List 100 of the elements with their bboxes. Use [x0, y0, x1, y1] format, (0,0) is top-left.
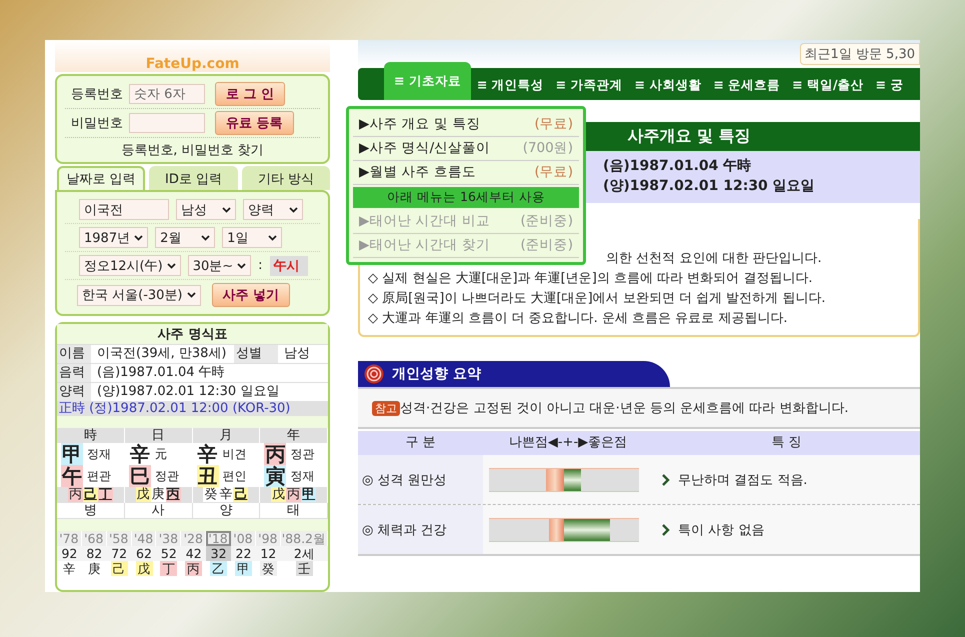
- trait-text: 무난하며 결점도 적음.: [678, 472, 808, 488]
- row-label: 성별: [234, 345, 278, 363]
- price-label: (준비중): [520, 236, 573, 254]
- age-cell: 92: [57, 546, 82, 561]
- chevron-icon: [661, 524, 670, 536]
- field-label: 등록번호: [70, 86, 123, 103]
- stem-character: 甲: [234, 561, 252, 576]
- age-cell: 42: [181, 546, 206, 561]
- caret-icon: [186, 292, 196, 298]
- caret-icon: [166, 262, 176, 268]
- caret-icon: [289, 206, 298, 212]
- submit-button[interactable]: 사주 넣기: [212, 283, 290, 307]
- info-text: 의한 선천적 요인에 대한 판단입니다.: [606, 251, 822, 267]
- stem-character: 辛: [60, 561, 78, 576]
- menu-notice: 아래 메뉴는 16세부터 사용: [353, 187, 579, 208]
- ten-god-label: 정재: [290, 468, 314, 484]
- login-button[interactable]: 로 그 인: [215, 82, 286, 106]
- age-cell: 32: [206, 546, 232, 561]
- stem-character: 己: [110, 561, 128, 576]
- nav-item[interactable]: ≡ 궁: [870, 70, 910, 100]
- ten-god-label: 편관: [87, 468, 111, 484]
- menu-item[interactable]: ▶사주 명식/신살풀이 (700원): [353, 137, 579, 161]
- dropdown-select[interactable]: 1987년: [79, 227, 148, 248]
- row-label: 양력: [57, 383, 91, 401]
- stem-character: 甲: [61, 443, 83, 465]
- nav-item[interactable]: ≡ 택일/출산: [786, 70, 870, 100]
- column-header: 나쁜점◀-+-▶좋은점: [508, 434, 628, 452]
- date-text: (음)1987.01.04 午時: [603, 157, 752, 175]
- hidden-stem: 丙: [68, 487, 83, 502]
- note-badge: 참고: [372, 400, 400, 416]
- age-cell: 22: [231, 546, 256, 561]
- chevron-icon: [661, 474, 670, 486]
- trait-text: 특이 사항 없음: [678, 522, 764, 538]
- dropdown-select[interactable]: 남성: [176, 199, 236, 220]
- row-value: 남성: [283, 345, 311, 363]
- stem-character: 癸: [260, 561, 277, 576]
- dropdown-select[interactable]: 정오12시(午): [79, 255, 181, 276]
- field-label: 비밀번호: [70, 115, 123, 132]
- hidden-stem: 戊: [136, 487, 151, 502]
- hidden-stem: 己: [82, 487, 98, 502]
- age-cell: 52: [156, 546, 182, 561]
- ten-god-label: 정관: [290, 446, 314, 462]
- input-tab[interactable]: ID로 입력: [149, 166, 238, 190]
- dropdown-select[interactable]: 30분~: [188, 255, 252, 276]
- login-button[interactable]: 유료 등록: [215, 111, 294, 135]
- row-value: 이국전(39세, 만38세): [96, 345, 228, 363]
- menu-item[interactable]: ▶사주 개요 및 특징 (무료): [353, 113, 579, 137]
- age-cell: 72: [106, 546, 132, 561]
- hidden-stem: 丙: [166, 487, 181, 502]
- info-text: ◇ 실제 현실은 大運[대운]과 年運[년운]의 흐름에 따라 변화되어 결정됩니다.: [368, 271, 814, 287]
- true-time-row: 正時 (정)1987.02.01 12:00 (KOR-30): [57, 401, 328, 416]
- ten-god-label: 정관: [154, 468, 179, 484]
- column-header: 時: [57, 428, 125, 443]
- input-field[interactable]: 숫자 6자: [129, 84, 205, 104]
- column-header: 日: [124, 428, 192, 443]
- nav-item[interactable]: ≡ 사회생활: [628, 70, 708, 100]
- age-cell: 12: [256, 546, 281, 561]
- input-field[interactable]: [129, 113, 205, 133]
- hidden-stem: 甲: [301, 487, 316, 502]
- stem-character: 丙: [264, 443, 286, 465]
- caret-icon: [201, 234, 210, 240]
- stem-character: 壬: [296, 561, 313, 576]
- nav-item[interactable]: ≡ 개인특성: [470, 70, 550, 100]
- stem-character: 丙: [185, 561, 202, 576]
- visitor-counter: 최근1일 방문 5,30: [800, 43, 920, 65]
- name-field[interactable]: 이국전: [79, 199, 169, 220]
- section-title: 개인성향 요약: [392, 365, 481, 383]
- column-header: 구 분: [404, 434, 437, 452]
- nav-item[interactable]: ≡ 가족관계: [550, 70, 628, 100]
- caret-icon: [237, 262, 246, 268]
- date-text: (양)1987.02.01 12:30 일요일: [603, 177, 816, 195]
- target-icon: [364, 364, 384, 384]
- price-label: (준비중): [520, 212, 573, 230]
- stem-character: 辛: [196, 443, 218, 465]
- trait-name: ◎ 체력과 건강: [362, 522, 447, 538]
- stem-character: 丁: [160, 561, 178, 576]
- info-text: ◇ 原局[원국]이 나쁘더라도 大運[대운]에서 보완되면 더 쉽게 발전하게 됩니다.: [368, 291, 826, 307]
- stem-character: 戊: [136, 561, 152, 576]
- hidden-stem: 己: [233, 487, 248, 502]
- table-title: 사주 명식표: [57, 324, 328, 344]
- info-text: ◇ 大運과 年運의 흐름이 더 중요합니다. 운세 흐름은 유료로 제공됩니다.: [368, 311, 788, 327]
- hidden-stem: 辛: [218, 487, 234, 502]
- branch-character: 午: [61, 465, 83, 487]
- row-label: 음력: [57, 364, 91, 382]
- branch-character: 寅: [264, 465, 286, 487]
- hidden-stem: 癸: [203, 487, 218, 502]
- separator-label: :: [258, 258, 263, 273]
- dropdown-select[interactable]: 한국 서울(-30분): [77, 284, 201, 306]
- nav-item[interactable]: ≡ 운세흐름: [707, 70, 786, 100]
- input-tab[interactable]: 기타 방식: [242, 166, 330, 190]
- dropdown-select[interactable]: 양력: [243, 199, 303, 220]
- find-account-link[interactable]: 등록번호, 비밀번호 찾기: [65, 138, 320, 159]
- menu-item[interactable]: ▶월별 사주 흐름도 (무료): [353, 161, 579, 185]
- branch-character: 巳: [128, 465, 151, 487]
- dropdown-select[interactable]: 2월: [155, 227, 216, 248]
- note-text: 성격·건강은 고정된 것이 아니고 대운·년운 등의 운세흐름에 따라 변화합니다.: [400, 400, 848, 417]
- caret-icon: [222, 206, 231, 212]
- age-cell: 82: [82, 546, 107, 561]
- input-tab[interactable]: 날짜로 입력: [57, 166, 146, 190]
- dropdown-select[interactable]: 1일: [222, 227, 282, 248]
